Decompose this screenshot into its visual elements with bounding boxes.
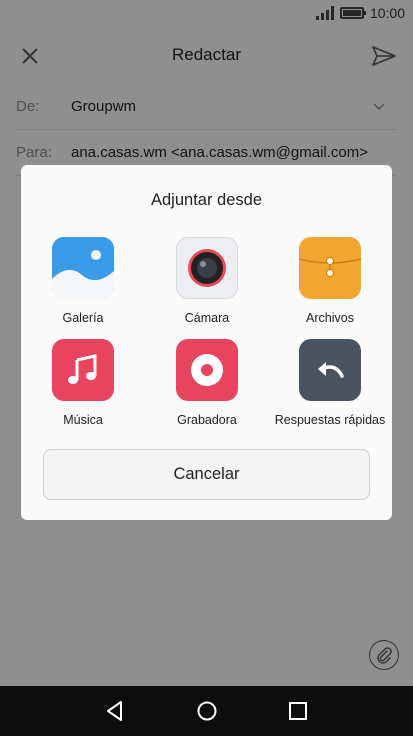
option-label: Archivos xyxy=(306,311,354,325)
option-files[interactable]: Archivos xyxy=(268,237,392,325)
option-label: Respuestas rápidas xyxy=(274,413,386,427)
option-label: Cámara xyxy=(184,311,230,325)
attach-dialog: Adjuntar desde Galería Cámara Archivos M… xyxy=(21,165,392,520)
back-icon[interactable] xyxy=(103,699,127,723)
option-camera[interactable]: Cámara xyxy=(145,237,269,325)
option-label: Música xyxy=(63,413,103,427)
home-icon[interactable] xyxy=(195,699,219,723)
option-quick-replies[interactable]: Respuestas rápidas xyxy=(268,339,392,427)
option-label: Galería xyxy=(62,311,104,325)
option-recorder[interactable]: Grabadora xyxy=(145,339,269,427)
recorder-icon xyxy=(176,339,238,401)
option-gallery[interactable]: Galería xyxy=(21,237,145,325)
music-icon xyxy=(52,339,114,401)
navigation-bar xyxy=(0,686,413,736)
camera-icon xyxy=(176,237,238,299)
cancel-button[interactable]: Cancelar xyxy=(43,449,370,500)
recents-icon[interactable] xyxy=(286,699,310,723)
option-music[interactable]: Música xyxy=(21,339,145,427)
files-icon xyxy=(299,237,361,299)
quick-replies-icon xyxy=(299,339,361,401)
dialog-title: Adjuntar desde xyxy=(151,191,262,209)
gallery-icon xyxy=(52,237,114,299)
option-label: Grabadora xyxy=(177,413,237,427)
